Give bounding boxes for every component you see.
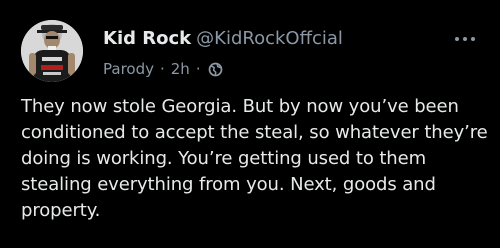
author-line: Kid Rock @KidRockOffcial bbox=[103, 28, 343, 50]
post-card[interactable]: Kid Rock @KidRockOffcial Parody · 2h · Th… bbox=[0, 0, 500, 248]
ellipsis-icon-dot-3 bbox=[471, 37, 475, 41]
more-options-button[interactable] bbox=[450, 30, 480, 48]
globe-icon bbox=[208, 62, 223, 77]
post-header: Kid Rock @KidRockOffcial Parody · 2h · bbox=[103, 28, 480, 84]
ellipsis-icon-dot-2 bbox=[463, 37, 467, 41]
meta-separator-2: · bbox=[195, 60, 201, 78]
post-meta: Parody · 2h · bbox=[103, 59, 223, 79]
post-body: They now stole Georgia. But by now you’v… bbox=[21, 94, 491, 224]
author-avatar[interactable] bbox=[21, 20, 83, 82]
meta-separator: · bbox=[159, 60, 165, 78]
post-timestamp[interactable]: 2h bbox=[171, 59, 190, 79]
parody-label: Parody bbox=[103, 60, 154, 78]
author-display-name[interactable]: Kid Rock bbox=[103, 28, 191, 49]
ellipsis-icon-dot-1 bbox=[455, 37, 459, 41]
avatar-image bbox=[21, 20, 83, 82]
post-text: They now stole Georgia. But by now you’v… bbox=[21, 96, 488, 221]
author-handle[interactable]: @KidRockOffcial bbox=[196, 28, 343, 49]
